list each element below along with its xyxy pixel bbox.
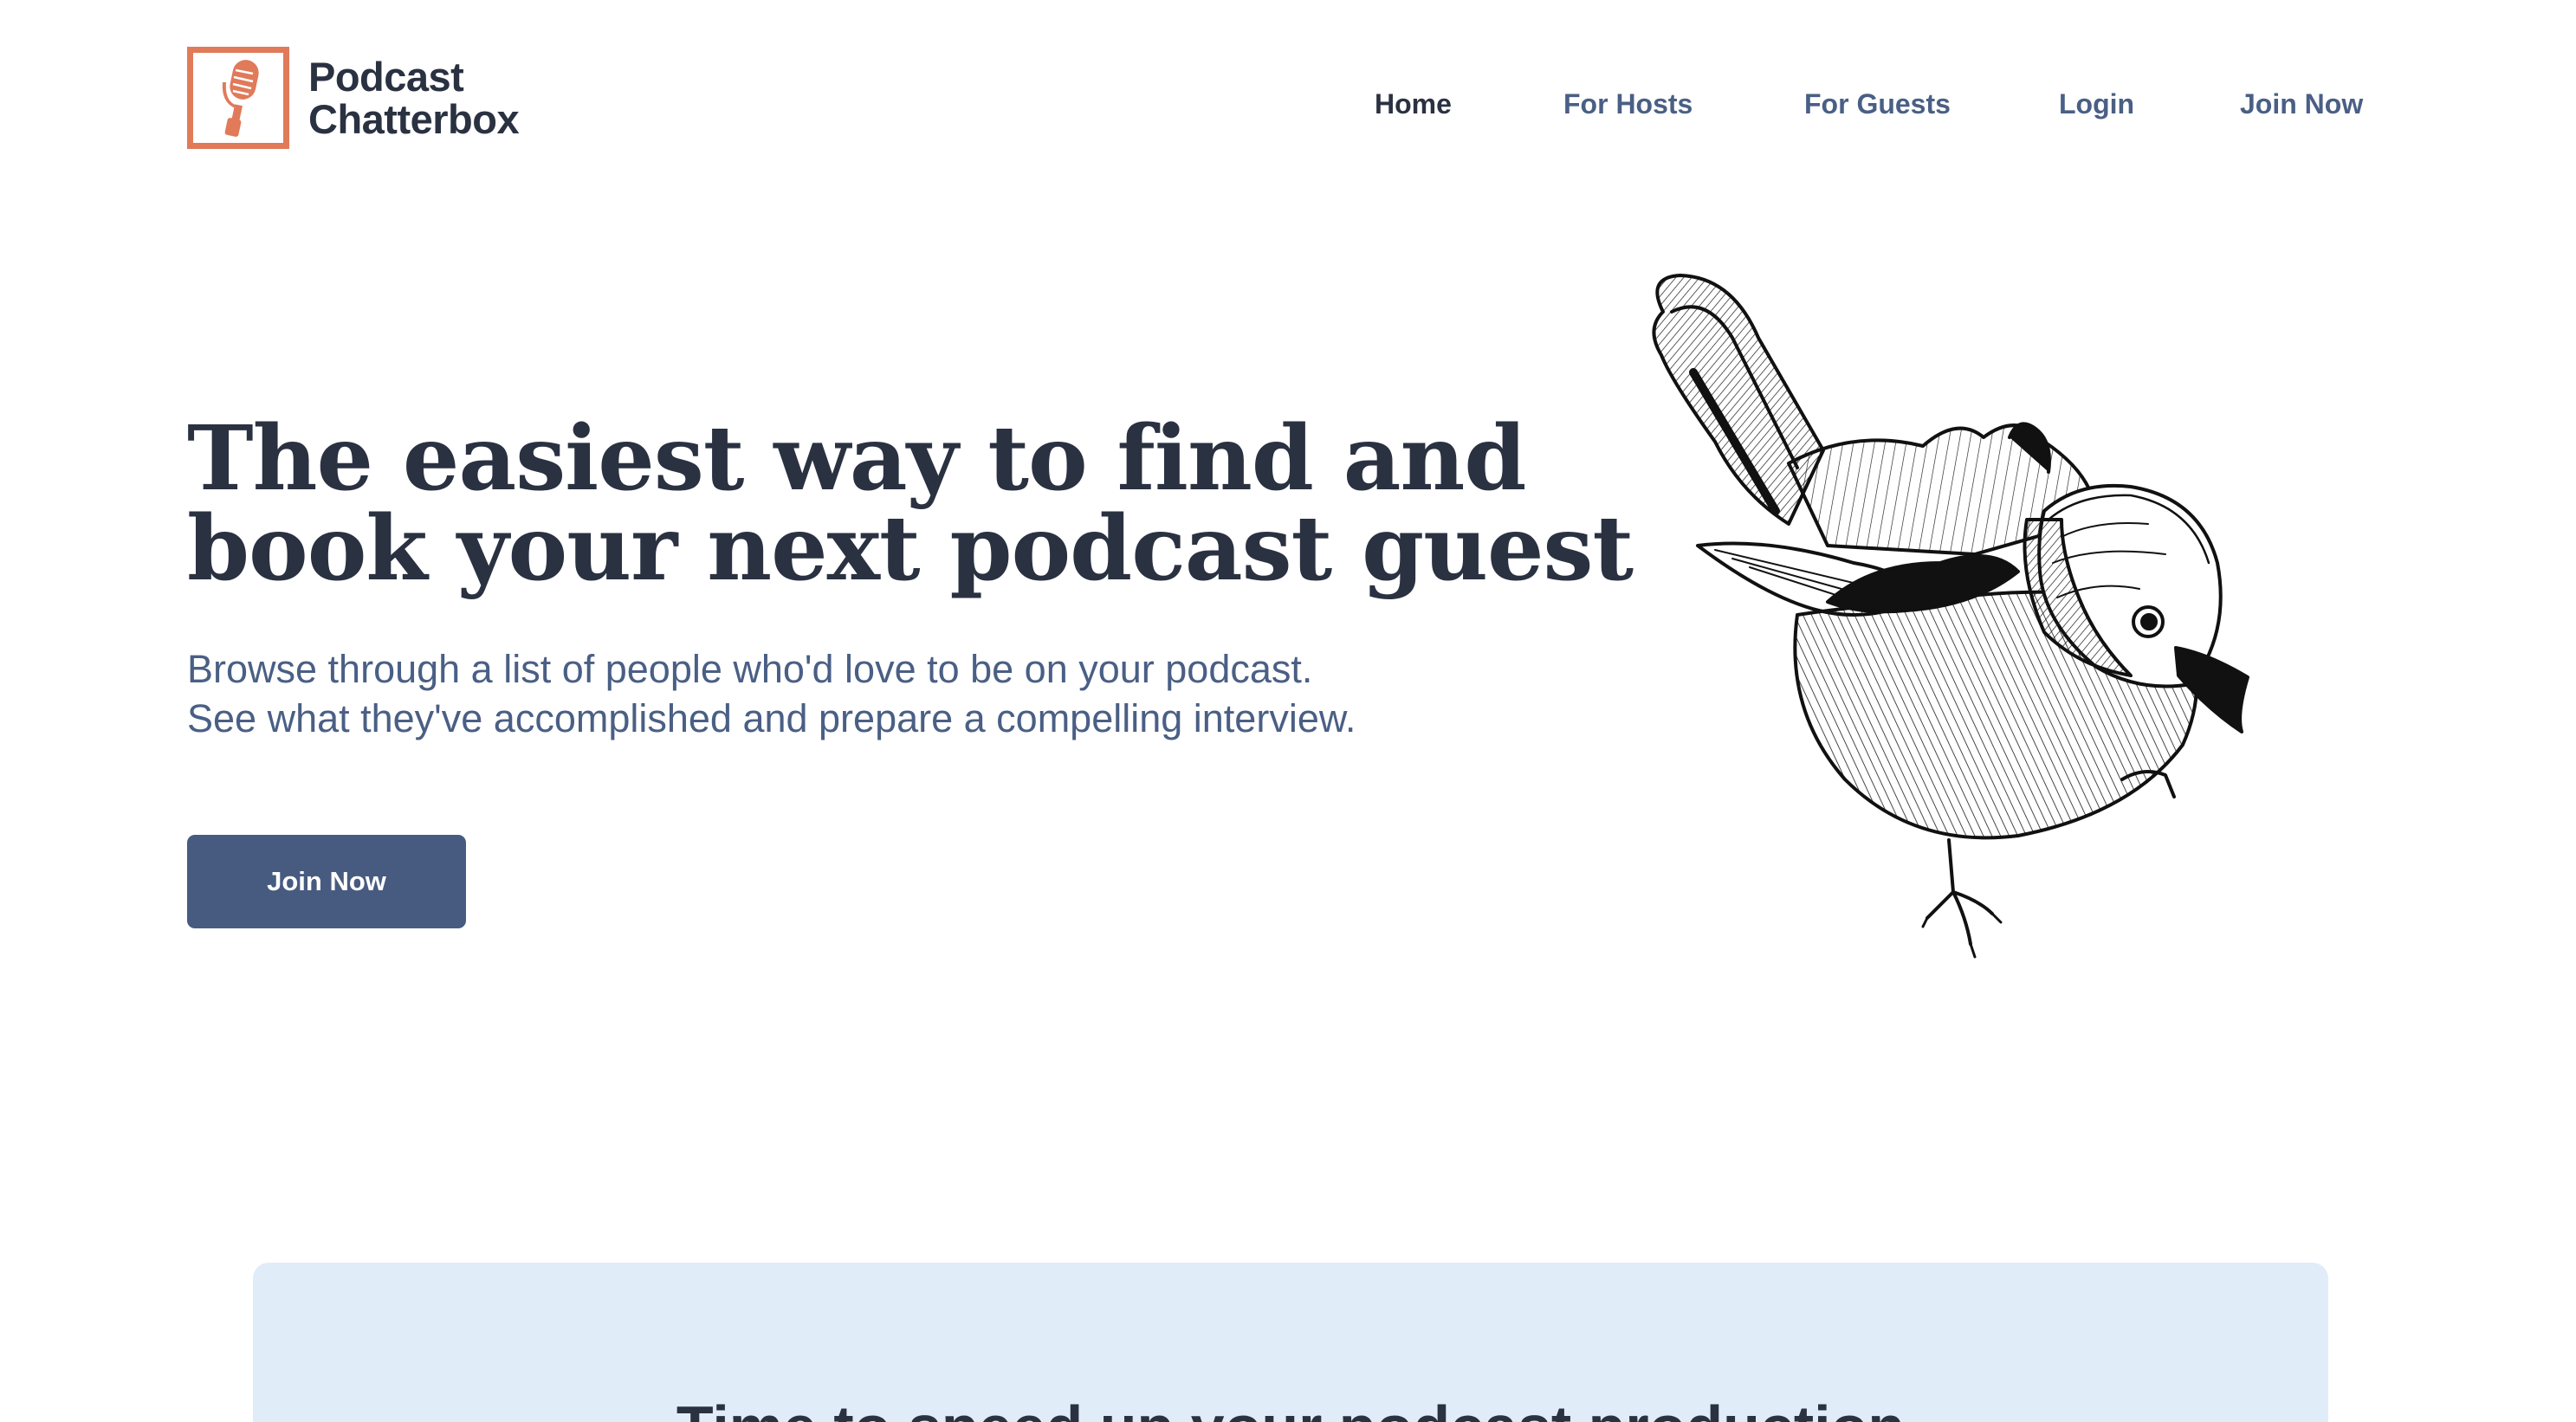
hero-title: The easiest way to find and book your ne… xyxy=(187,406,1634,601)
hero-subtitle-line2: See what they've accomplished and prepar… xyxy=(187,696,1356,740)
feature-panel: Time to speed up your podcast production xyxy=(253,1263,2328,1422)
feature-panel-title: Time to speed up your podcast production xyxy=(253,1393,2328,1422)
main-nav: Home For Hosts For Guests Login Join Now xyxy=(0,83,2576,125)
bird-illustration xyxy=(1611,260,2295,979)
nav-item-for-hosts[interactable]: For Hosts xyxy=(1563,83,1693,125)
nav-item-for-guests[interactable]: For Guests xyxy=(1804,83,1951,125)
nav-item-login[interactable]: Login xyxy=(2059,83,2134,125)
nav-item-join-now[interactable]: Join Now xyxy=(2240,83,2363,125)
join-now-button[interactable]: Join Now xyxy=(187,835,466,928)
nav-item-home[interactable]: Home xyxy=(1375,83,1452,125)
hero-subtitle: Browse through a list of people who'd lo… xyxy=(187,644,1616,743)
hero-subtitle-line1: Browse through a list of people who'd lo… xyxy=(187,647,1313,691)
site-header: Podcast Chatterbox Home For Hosts For Gu… xyxy=(0,0,2576,199)
hero-title-line1: The easiest way to find and xyxy=(187,406,1526,511)
hero-title-line2: book your next podcast guest xyxy=(187,496,1634,601)
